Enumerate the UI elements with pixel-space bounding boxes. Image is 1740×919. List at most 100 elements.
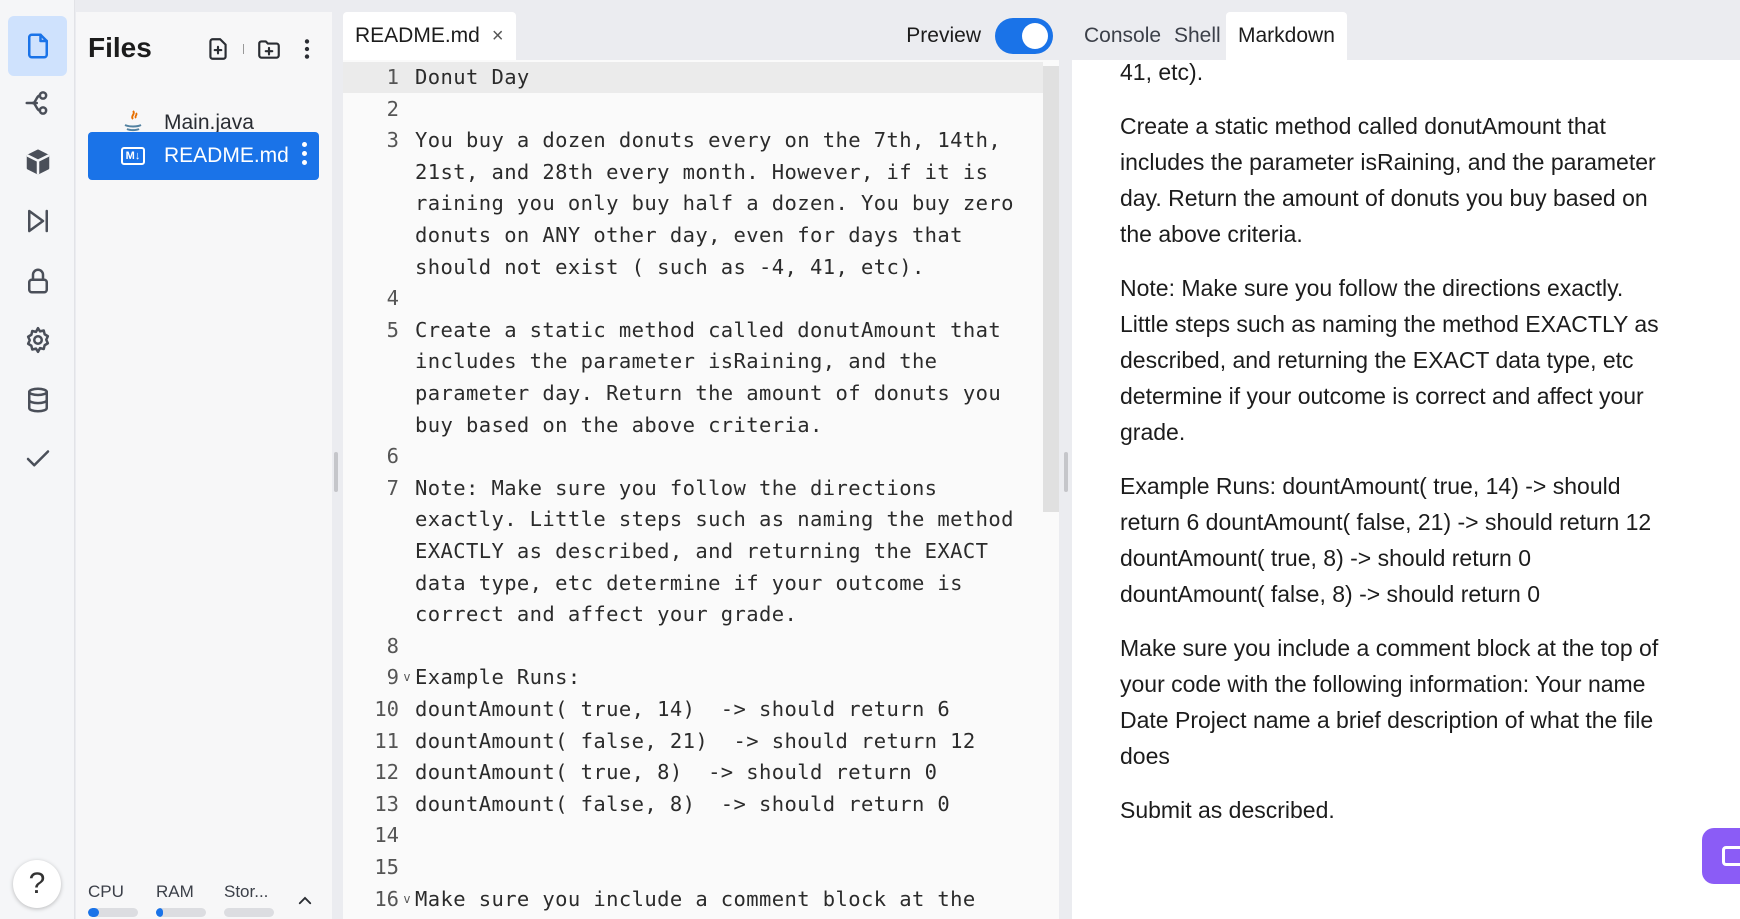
- code-line[interactable]: donuts on ANY other day, even for days t…: [343, 220, 1043, 251]
- line-number: 14: [374, 823, 399, 848]
- fold-chevron-icon[interactable]: [399, 694, 415, 725]
- fold-chevron-icon[interactable]: [399, 441, 415, 472]
- code-line[interactable]: 9 v Example Runs:: [343, 662, 1043, 693]
- markdown-line: Example Runs: dountAmount( true, 14) -> …: [1120, 473, 1621, 499]
- fold-chevron-icon[interactable]: [399, 157, 415, 188]
- right-tabbar: Console Shell Markdown: [1072, 12, 1740, 60]
- check-icon[interactable]: [8, 429, 67, 489]
- editor-scrollbar[interactable]: [1043, 66, 1059, 512]
- new-folder-icon[interactable]: [256, 36, 282, 62]
- chevron-up-icon[interactable]: [296, 892, 314, 910]
- fold-chevron-icon[interactable]: v: [399, 662, 415, 693]
- line-number: [343, 157, 399, 188]
- panel-resize-handle[interactable]: [1064, 452, 1068, 492]
- line-text: Make sure you include a comment block at…: [415, 886, 976, 911]
- code-line[interactable]: 16 v Make sure you include a comment block…: [343, 884, 1043, 915]
- fold-chevron-icon[interactable]: [399, 125, 415, 156]
- package-icon[interactable]: [8, 132, 67, 192]
- gear-icon[interactable]: [8, 310, 67, 370]
- file-item-readme-md[interactable]: M↓ README.md: [88, 132, 319, 180]
- code-line[interactable]: correct and affect your grade.: [343, 599, 1043, 630]
- fold-chevron-icon[interactable]: v: [399, 884, 415, 915]
- tab-console[interactable]: Console: [1072, 12, 1173, 60]
- file-options-icon[interactable]: [302, 142, 307, 165]
- more-options-icon[interactable]: [294, 36, 320, 62]
- code-line[interactable]: 14: [343, 820, 1043, 851]
- help-button[interactable]: ?: [13, 860, 61, 908]
- markdown-line: Submit as described.: [1120, 797, 1335, 823]
- code-line[interactable]: 2: [343, 94, 1043, 125]
- fold-chevron-icon[interactable]: [399, 757, 415, 788]
- fold-chevron-icon[interactable]: [399, 631, 415, 662]
- fold-chevron-icon[interactable]: [399, 504, 415, 535]
- markdown-line: described, and returning the EXACT data …: [1120, 347, 1634, 373]
- lock-icon[interactable]: [8, 251, 67, 311]
- markdown-line: dountAmount( true, 8) -> should return 0: [1120, 545, 1532, 571]
- code-line[interactable]: raining you only buy half a dozen. You b…: [343, 188, 1043, 219]
- fold-chevron-icon[interactable]: [399, 789, 415, 820]
- code-line[interactable]: should not exist ( such as -4, 41, etc).: [343, 252, 1043, 283]
- code-line[interactable]: 1 Donut Day: [343, 62, 1043, 93]
- markdown-line: Little steps such as naming the method E…: [1120, 311, 1659, 337]
- markdown-line: dountAmount( false, 8) -> should return …: [1120, 581, 1540, 607]
- new-file-icon[interactable]: [205, 36, 231, 62]
- code-line[interactable]: 10 dountAmount( true, 14) -> should retur…: [343, 694, 1043, 725]
- code-line[interactable]: exactly. Little steps such as naming the…: [343, 504, 1043, 535]
- line-text: buy based on the above criteria.: [415, 412, 823, 437]
- line-number: 1: [386, 65, 399, 89]
- code-line[interactable]: 21st, and 28th every month. However, if …: [343, 157, 1043, 188]
- code-line[interactable]: buy based on the above criteria.: [343, 410, 1043, 441]
- fold-chevron-icon[interactable]: [399, 568, 415, 599]
- fold-chevron-icon[interactable]: [399, 315, 415, 346]
- code-editor[interactable]: 1 Donut Day 2 3 You buy a dozen donuts every…: [343, 60, 1059, 919]
- fold-chevron-icon[interactable]: [399, 852, 415, 883]
- line-number: 8: [386, 633, 399, 658]
- markdown-paragraph: Create a static method called donutAmoun…: [1120, 108, 1700, 252]
- code-line[interactable]: EXACTLY as described, and returning the …: [343, 536, 1043, 567]
- fold-chevron-icon[interactable]: [399, 252, 415, 283]
- fold-chevron-icon[interactable]: [399, 188, 415, 219]
- git-branch-icon[interactable]: [8, 73, 67, 133]
- close-icon[interactable]: ×: [492, 25, 504, 48]
- code-line[interactable]: parameter day. Return the amount of donu…: [343, 378, 1043, 409]
- fold-chevron-icon[interactable]: [399, 410, 415, 441]
- fold-chevron-icon[interactable]: [399, 283, 415, 314]
- code-line[interactable]: data type, etc determine if your outcome…: [343, 568, 1043, 599]
- code-line[interactable]: 7 Note: Make sure you follow the directio…: [343, 473, 1043, 504]
- fold-chevron-icon[interactable]: [399, 220, 415, 251]
- files-icon[interactable]: [8, 16, 67, 76]
- code-line[interactable]: 8: [343, 631, 1043, 662]
- fold-chevron-icon[interactable]: [399, 473, 415, 504]
- tab-markdown[interactable]: Markdown: [1226, 12, 1347, 60]
- fold-chevron-icon[interactable]: [399, 94, 415, 125]
- code-line[interactable]: includes the parameter isRaining, and th…: [343, 346, 1043, 377]
- code-line[interactable]: 15: [343, 852, 1043, 883]
- fold-chevron-icon[interactable]: [399, 599, 415, 630]
- line-number: [343, 568, 399, 599]
- fold-chevron-icon[interactable]: [399, 726, 415, 757]
- tab-readme-md[interactable]: README.md ×: [343, 12, 516, 60]
- line-number: 4: [386, 286, 399, 311]
- code-line[interactable]: 12 dountAmount( true, 8) -> should return…: [343, 757, 1043, 788]
- tab-shell[interactable]: Shell: [1162, 12, 1233, 60]
- code-line[interactable]: 13 dountAmount( false, 8) -> should retur…: [343, 789, 1043, 820]
- line-text: EXACTLY as described, and returning the …: [415, 539, 989, 563]
- markdown-line: includes the parameter isRaining, and th…: [1120, 149, 1656, 175]
- fold-chevron-icon[interactable]: [399, 346, 415, 377]
- preview-toggle[interactable]: [995, 18, 1053, 54]
- code-line[interactable]: 4: [343, 283, 1043, 314]
- code-line[interactable]: 3 You buy a dozen donuts every on the 7th…: [343, 125, 1043, 156]
- code-line[interactable]: 6: [343, 441, 1043, 472]
- markdown-line: 41, etc).: [1120, 60, 1204, 85]
- panel-resize-handle[interactable]: [334, 452, 338, 492]
- feedback-button[interactable]: [1702, 828, 1740, 884]
- code-line[interactable]: 5 Create a static method called donutAmou…: [343, 315, 1043, 346]
- database-icon[interactable]: [8, 370, 67, 430]
- debug-run-icon[interactable]: [8, 191, 67, 251]
- fold-chevron-icon[interactable]: [399, 536, 415, 567]
- fold-chevron-icon[interactable]: [399, 820, 415, 851]
- line-text: includes the parameter isRaining, and th…: [415, 349, 938, 374]
- fold-chevron-icon[interactable]: [399, 378, 415, 409]
- code-line[interactable]: 11 dountAmount( false, 21) -> should retu…: [343, 726, 1043, 757]
- fold-chevron-icon[interactable]: [399, 62, 415, 93]
